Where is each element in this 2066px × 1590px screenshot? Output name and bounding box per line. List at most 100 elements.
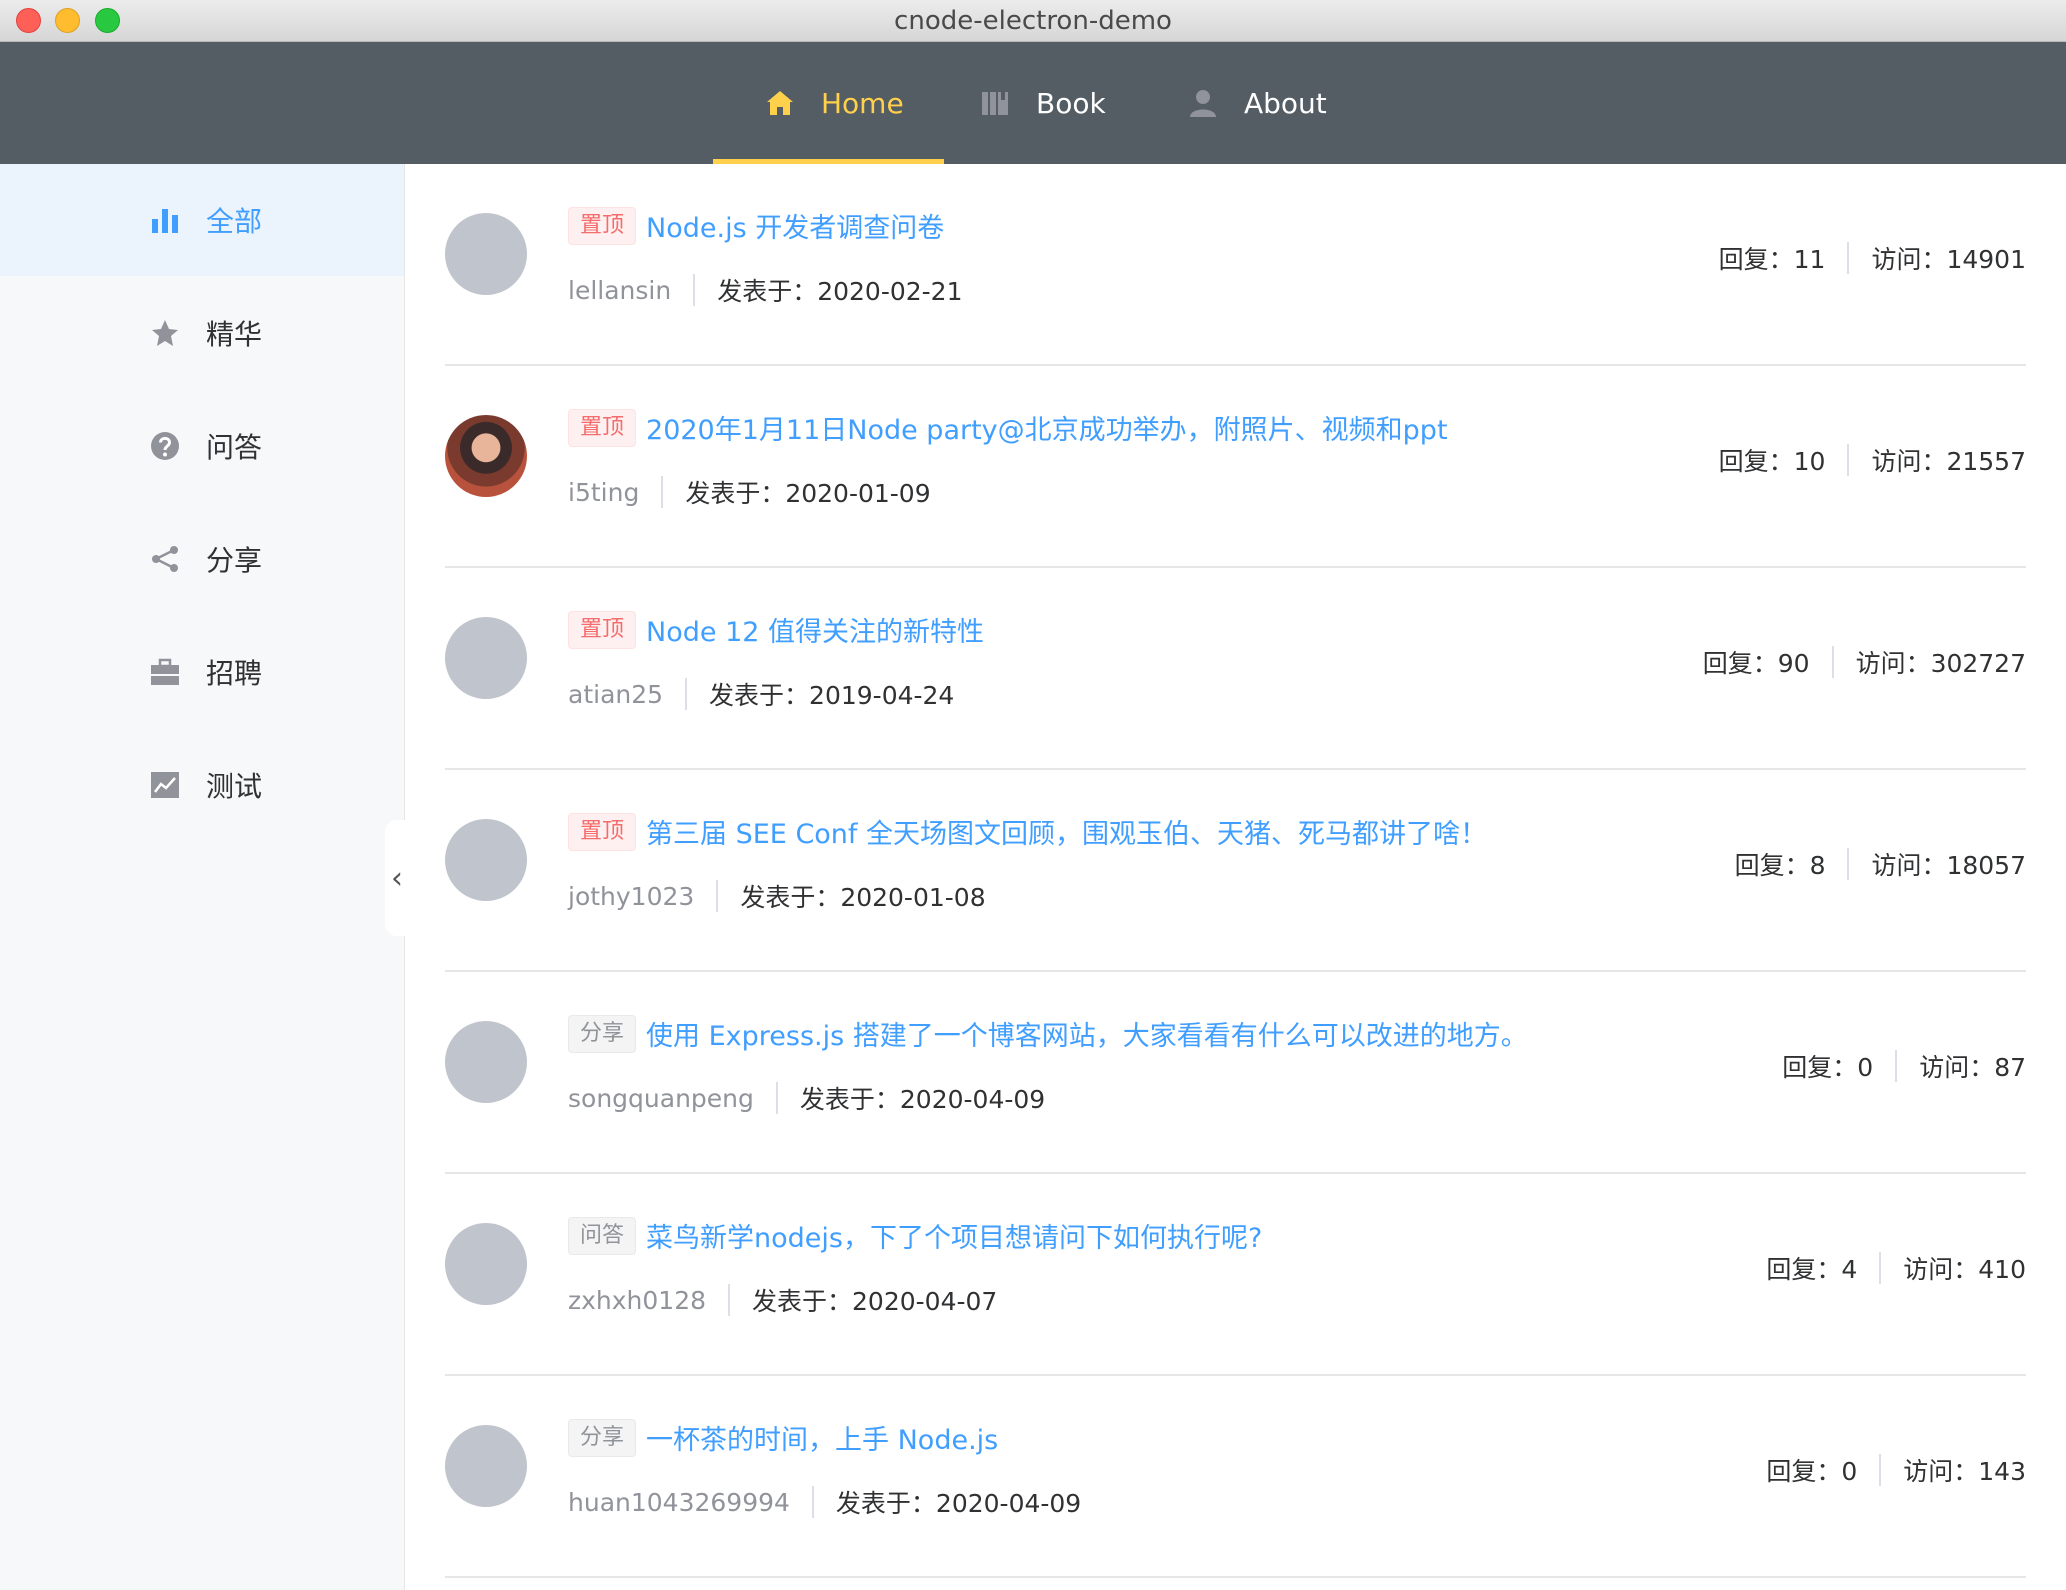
sidebar-item-label: 问答 [206,431,263,464]
topic-reply-count: 回复：0 [1766,1457,1858,1486]
sidebar-item-all[interactable]: 全部 [0,164,404,276]
avatar[interactable] [445,819,527,901]
briefcase-icon [151,658,179,685]
sidebar-item-label: 测试 [206,770,263,803]
topic-row: 问答 菜鸟新学nodejs，下了个项目想请问下如何执行呢? zxhxh0128 … [445,1174,2026,1376]
nav-item-book[interactable]: Book [980,42,1106,164]
topic-title-link[interactable]: 2020年1月11日Node party@北京成功举办，附照片、视频和ppt [646,408,1448,447]
home-icon [767,91,793,115]
topic-tag: 置顶 [568,408,637,447]
avatar[interactable] [445,415,527,497]
top-nav: Home Book About [0,42,2066,164]
divider [1847,848,1850,880]
sidebar: 全部 精华 问答 分享 招聘 测试 [0,164,405,1590]
topic-title-link[interactable]: 菜鸟新学nodejs，下了个项目想请问下如何执行呢? [646,1216,1262,1255]
star-icon [152,320,178,346]
topic-posted-date: 发表于：2019-04-24 [709,681,955,710]
avatar[interactable] [445,617,527,699]
nav-item-home[interactable]: Home [713,42,944,164]
topic-row: 分享 一杯茶的时间，上手 Node.js huan1043269994 发表于：… [445,1376,2026,1578]
share-icon [152,546,178,572]
topic-reply-count: 回复：8 [1734,851,1826,880]
sidebar-item-ask[interactable]: 问答 [0,390,404,502]
topic-reply-count: 回复：11 [1718,245,1826,274]
topic-reply-count: 回复：90 [1702,649,1810,678]
topic-posted-date: 发表于：2020-02-21 [717,277,963,306]
sidebar-item-good[interactable]: 精华 [0,277,404,389]
topic-row: 置顶 第三届 SEE Conf 全天场图文回顾，围观玉伯、天猪、死马都讲了啥！ … [445,770,2026,972]
divider [1831,646,1834,678]
topic-posted-date: 发表于：2020-04-09 [799,1085,1046,1114]
divider [775,1082,778,1114]
avatar[interactable] [445,1223,527,1305]
nav-item-about[interactable]: About [1188,42,1327,164]
topic-visit-count: 访问：14901 [1871,245,2026,274]
topic-author[interactable]: songquanpeng [568,1084,754,1113]
topic-title-link[interactable]: 一杯茶的时间，上手 Node.js [646,1418,998,1457]
topic-tag: 置顶 [568,610,637,649]
sidebar-item-job[interactable]: 招聘 [0,616,404,728]
divider [716,880,719,912]
topic-tag: 分享 [568,1014,637,1053]
topic-posted-date: 发表于：2020-01-08 [740,883,986,912]
window-title: cnode-electron-demo [894,6,1172,36]
topic-posted-date: 发表于：2020-04-09 [835,1489,1082,1518]
user-icon [1190,90,1216,117]
topic-row: 置顶 2020年1月11日Node party@北京成功举办，附照片、视频和pp… [445,366,2026,568]
topic-tag: 问答 [568,1216,637,1255]
topic-tag: 置顶 [568,206,637,245]
bar-chart-icon [152,209,178,233]
topic-author[interactable]: lellansin [568,276,671,305]
divider [661,476,664,508]
divider [685,678,688,710]
question-icon [151,432,179,460]
topic-row: 置顶 Node 12 值得关注的新特性 atian25 发表于：2019-04-… [445,568,2026,770]
sidebar-collapse-button[interactable]: ‹ [385,820,409,936]
topic-title-link[interactable]: 使用 Express.js 搭建了一个博客网站，大家看看有什么可以改进的地方。 [646,1014,1528,1053]
nav-item-label: Home [821,86,904,120]
topic-visit-count: 访问：87 [1919,1053,2026,1082]
topic-title-link[interactable]: Node.js 开发者调查问卷 [646,206,944,245]
chevron-left-icon: ‹ [391,860,403,896]
book-icon [982,92,1008,115]
topic-author[interactable]: atian25 [568,680,663,709]
topic-row: 置顶 Node.js 开发者调查问卷 lellansin 发表于：2020-02… [445,164,2026,366]
divider [1847,242,1850,274]
sidebar-item-label: 招聘 [206,657,263,690]
topic-author[interactable]: jothy1023 [568,882,694,911]
topic-title-link[interactable]: Node 12 值得关注的新特性 [646,610,984,649]
topic-author[interactable]: zxhxh0128 [568,1286,706,1315]
topic-visit-count: 访问：143 [1903,1457,2026,1486]
sidebar-item-label: 分享 [206,544,263,577]
topic-reply-count: 回复：10 [1718,447,1826,476]
topic-tag: 分享 [568,1418,637,1457]
nav-item-label: About [1244,86,1327,120]
divider [1847,444,1850,476]
topic-tag: 置顶 [568,812,637,851]
divider [693,274,696,306]
topic-title-link[interactable]: 第三届 SEE Conf 全天场图文回顾，围观玉伯、天猪、死马都讲了啥！ [646,812,1487,851]
window-titlebar: cnode-electron-demo [0,0,2066,42]
topic-visit-count: 访问：21557 [1871,447,2026,476]
avatar[interactable] [445,1021,527,1103]
divider [728,1284,731,1316]
sidebar-item-label: 精华 [206,318,263,351]
divider [811,1486,814,1518]
topic-author[interactable]: huan1043269994 [568,1488,790,1517]
topic-reply-count: 回复：4 [1766,1255,1858,1284]
divider [1879,1252,1882,1284]
sidebar-item-test[interactable]: 测试 [0,729,404,841]
topic-row: 分享 使用 Express.js 搭建了一个博客网站，大家看看有什么可以改进的地… [445,972,2026,1174]
topic-visit-count: 访问：410 [1903,1255,2026,1284]
divider [1879,1454,1882,1486]
topic-posted-date: 发表于：2020-04-07 [752,1287,998,1316]
line-chart-icon [151,772,179,798]
sidebar-item-share[interactable]: 分享 [0,503,404,615]
topic-posted-date: 发表于：2020-01-09 [685,479,931,508]
nav-item-label: Book [1036,86,1106,120]
avatar[interactable] [445,1425,527,1507]
avatar[interactable] [445,213,527,295]
topic-visit-count: 访问：18057 [1871,851,2026,880]
topic-author[interactable]: i5ting [568,478,639,507]
sidebar-item-label: 全部 [206,205,263,238]
